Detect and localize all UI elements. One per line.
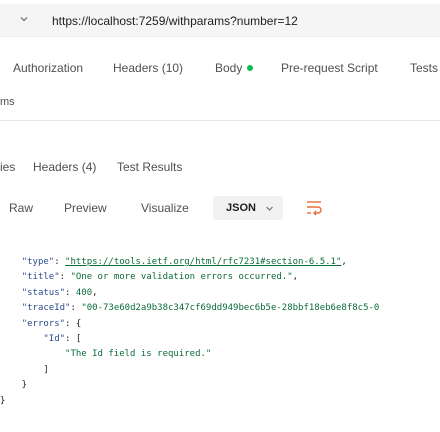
json-key: "errors" bbox=[21, 318, 66, 329]
request-url[interactable]: https://localhost:7259/withparams?number… bbox=[52, 14, 298, 28]
json-key: "status" bbox=[21, 287, 66, 298]
format-raw[interactable]: Raw bbox=[9, 201, 33, 215]
params-section-label: ms bbox=[0, 96, 15, 108]
json-key: "title" bbox=[21, 272, 60, 283]
code-line: "errors": { bbox=[21, 318, 82, 329]
code-line: "status": 400, bbox=[21, 287, 98, 298]
wrap-lines-icon[interactable] bbox=[305, 198, 323, 216]
code-line: "traceId": "00-73e60d2a9b38c347cf69dd949… bbox=[21, 303, 380, 314]
tab-body-label: Body bbox=[215, 61, 243, 75]
section-divider bbox=[0, 120, 440, 121]
json-number: 400 bbox=[75, 287, 93, 298]
tab-headers[interactable]: Headers (10) bbox=[113, 61, 183, 75]
json-link[interactable]: "https://tools.ietf.org/html/rfc7231#sec… bbox=[65, 257, 341, 267]
code-line: "The Id field is required." bbox=[0, 347, 440, 362]
json-key: "Id" bbox=[43, 333, 66, 344]
code-line: } bbox=[0, 395, 6, 406]
code-line: ] bbox=[0, 364, 49, 375]
format-visualize[interactable]: Visualize bbox=[141, 201, 189, 215]
json-key: "traceId" bbox=[21, 303, 71, 314]
tab-pre-request-script[interactable]: Pre-request Script bbox=[281, 61, 378, 75]
url-bar[interactable]: https://localhost:7259/withparams?number… bbox=[0, 4, 440, 37]
tab-tests[interactable]: Tests bbox=[410, 61, 438, 75]
chevron-down-icon bbox=[266, 206, 273, 211]
format-select-value: JSON bbox=[226, 202, 256, 214]
chevron-down-icon[interactable] bbox=[20, 15, 28, 23]
json-key: "type" bbox=[21, 257, 55, 267]
response-body[interactable]: "type": "https://tools.ietf.org/html/rfc… bbox=[0, 255, 440, 409]
code-line: "title": "One or more validation errors … bbox=[21, 272, 299, 283]
json-string: "One or more validation errors occurred.… bbox=[70, 272, 293, 283]
tab-authorization[interactable]: Authorization bbox=[13, 61, 83, 75]
code-line: } bbox=[0, 380, 28, 391]
body-status-dot bbox=[247, 65, 254, 71]
json-string: "The Id field is required." bbox=[65, 349, 212, 360]
code-line: "Id": [ bbox=[43, 333, 82, 344]
tab-test-results[interactable]: Test Results bbox=[117, 160, 182, 174]
tab-response-headers[interactable]: Headers (4) bbox=[33, 160, 96, 174]
format-preview[interactable]: Preview bbox=[64, 201, 107, 215]
tab-cookies[interactable]: ies bbox=[0, 160, 15, 174]
json-string: "00-73e60d2a9b38c347cf69dd949bec6b5e-28b… bbox=[81, 303, 380, 314]
code-line: "type": "https://tools.ietf.org/html/rfc… bbox=[21, 257, 347, 267]
tab-body[interactable]: Body bbox=[215, 61, 254, 75]
